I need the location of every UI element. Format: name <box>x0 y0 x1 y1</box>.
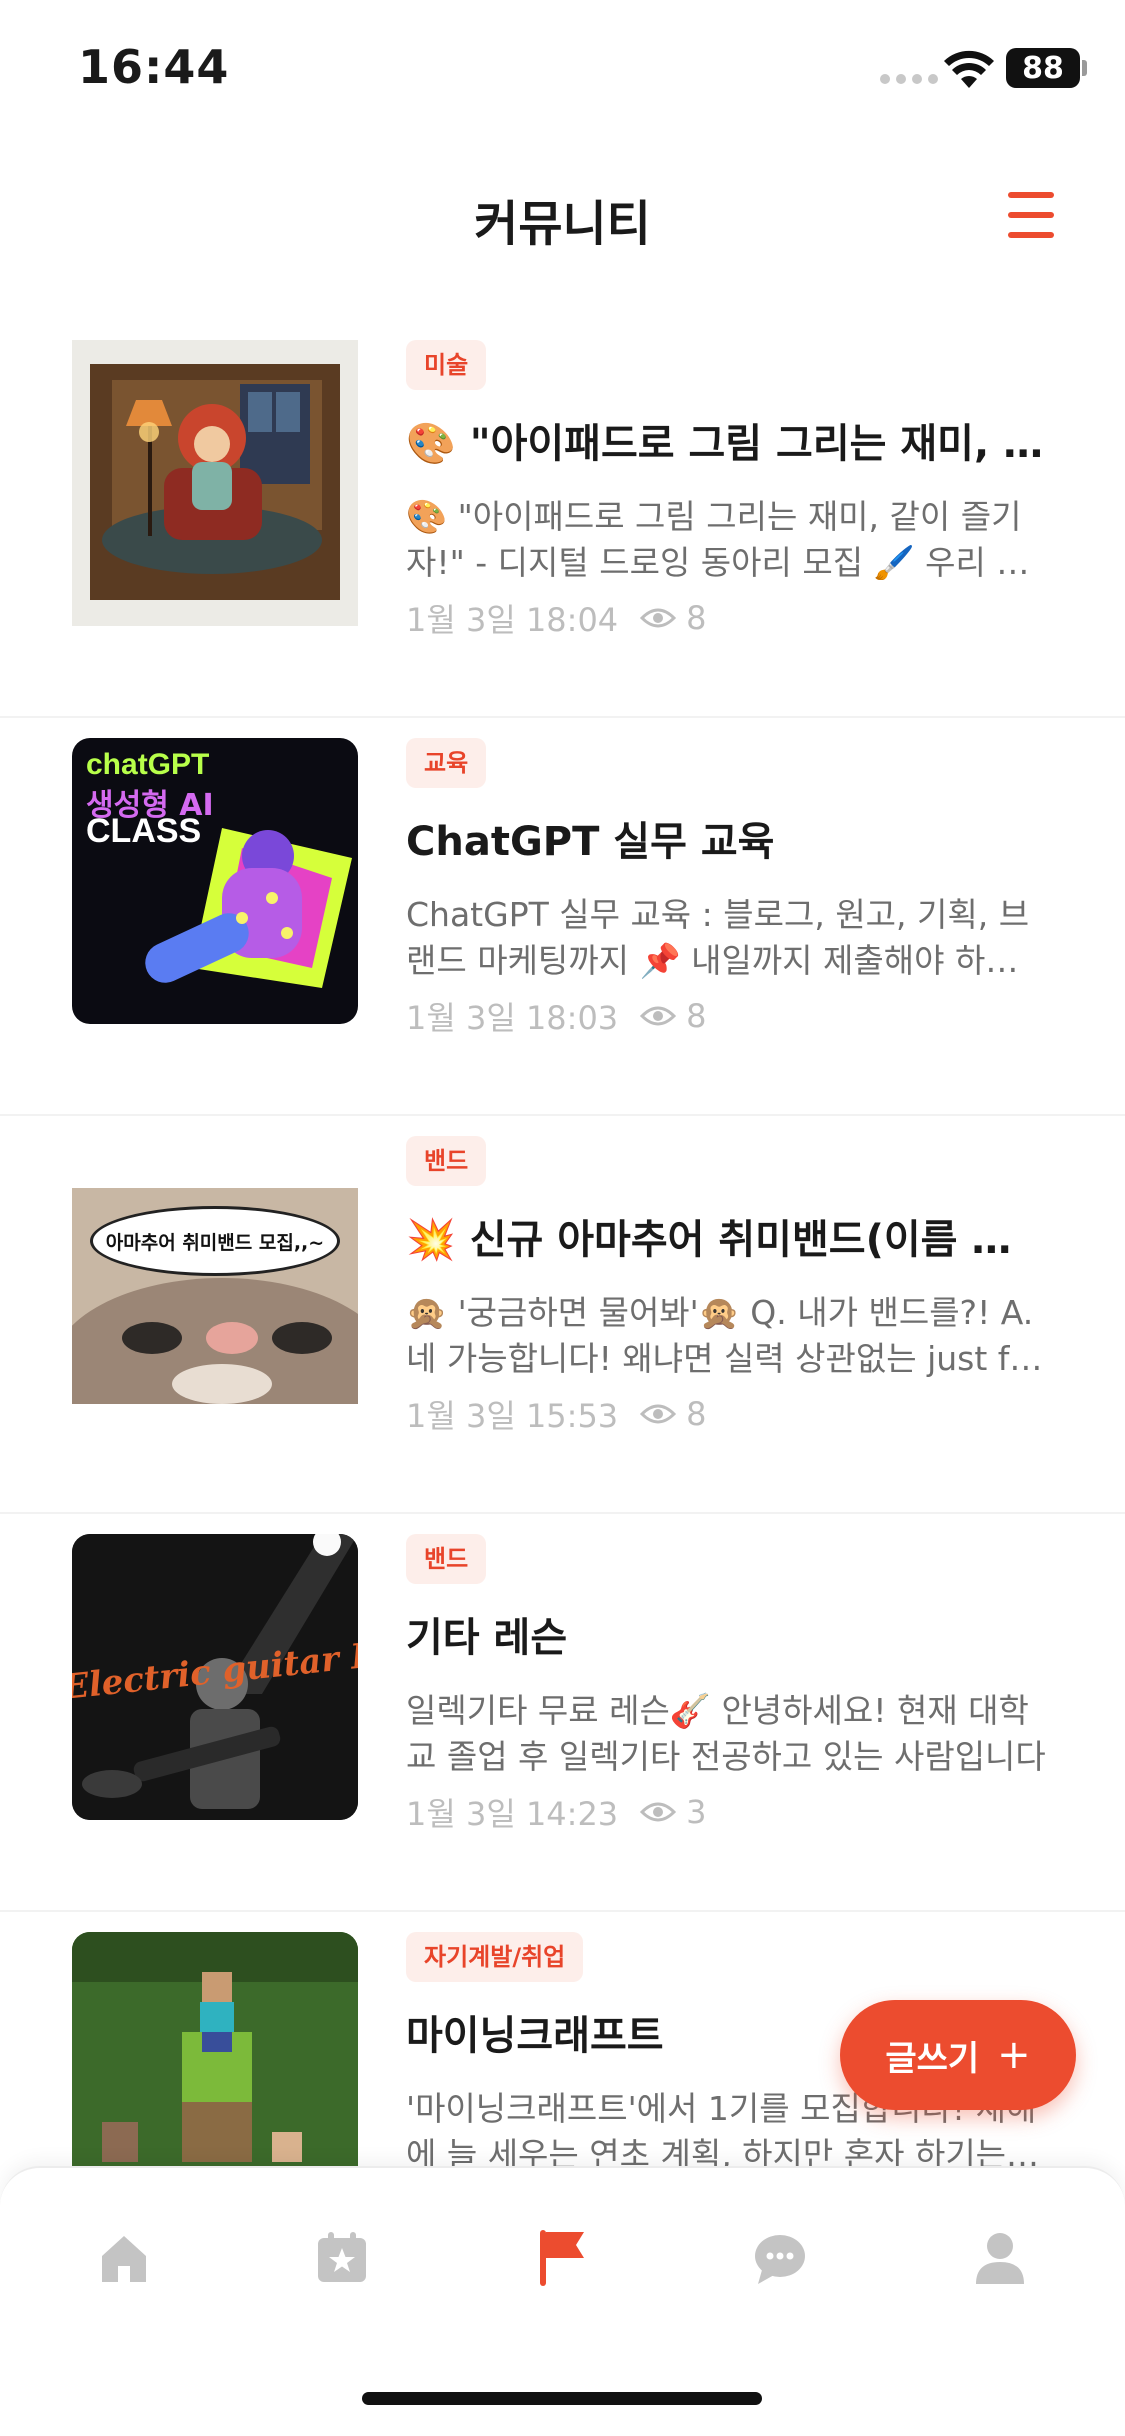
thumbnail-chatgpt-label: chatGPT <box>86 748 210 781</box>
post-content: 밴드 💥 신규 아마추어 취미밴드(이름 미정) 멤버 모집 🙊 '궁금하면 물… <box>406 1136 1056 1438</box>
view-count: 8 <box>686 1395 707 1433</box>
post-thumbnail-cat: 아마추어 취미밴드 모집,,~ <box>72 1188 358 1404</box>
post-item[interactable]: chatGPT 생성형 AI CLASS 교육 ChatGPT 실무 교육 Ch… <box>0 718 1125 1116</box>
post-thumbnail-guitar: Electric guitar Lesson <box>72 1534 358 1820</box>
post-thumbnail-minecraft <box>72 1932 358 2166</box>
cellular-signal-icon <box>880 74 938 84</box>
post-meta: 1월 3일 18:03 8 <box>406 992 1056 1040</box>
post-item[interactable]: 미술 🎨 "아이패드로 그림 그리는 재미, 같이 즐기자!" 🎨 "아이패드로… <box>0 320 1125 718</box>
eye-icon <box>640 1404 677 1424</box>
tab-chat[interactable] <box>740 2218 820 2298</box>
plus-icon: + <box>997 2032 1031 2078</box>
post-date: 1월 3일 18:04 <box>406 601 619 639</box>
post-date: 1월 3일 18:03 <box>406 999 619 1037</box>
view-count: 8 <box>686 599 707 637</box>
post-excerpt: 🎨 "아이패드로 그림 그리는 재미, 같이 즐기자!" - 디지털 드로잉 동… <box>406 497 1027 582</box>
page-title: 커뮤니티 <box>474 196 651 252</box>
speech-bubble: 아마추어 취미밴드 모집,,~ <box>90 1206 340 1276</box>
calendar-star-icon <box>318 2232 366 2282</box>
battery-icon: 88 <box>1006 48 1080 88</box>
eye-icon <box>640 1802 677 1822</box>
tab-profile[interactable] <box>960 2218 1040 2298</box>
chat-bubble-icon <box>755 2235 805 2284</box>
post-title: ChatGPT 실무 교육 <box>406 819 775 865</box>
post-content: 밴드 기타 레슨 일렉기타 무료 레슨🎸 안녕하세요! 현재 대학교 졸업 후 … <box>406 1534 1056 1836</box>
profile-icon <box>976 2233 1024 2284</box>
tab-home[interactable] <box>84 2218 164 2298</box>
post-list: 미술 🎨 "아이패드로 그림 그리는 재미, 같이 즐기자!" 🎨 "아이패드로… <box>0 320 1125 2166</box>
header: 커뮤니티 <box>0 160 1125 270</box>
wifi-icon <box>944 50 994 88</box>
status-time: 16:44 <box>78 40 230 94</box>
eye-icon <box>640 608 677 628</box>
thumbnail-class-label: CLASS <box>86 812 202 850</box>
home-icon <box>102 2236 146 2282</box>
write-post-button[interactable]: 글쓰기 + <box>840 2000 1076 2110</box>
post-excerpt: 🙊 '궁금하면 물어봐'🙊 Q. 내가 밴드를?! A. 네 가능합니다! 왜냐… <box>406 1293 1044 1378</box>
view-count: 8 <box>686 997 707 1035</box>
menu-icon[interactable] <box>1004 190 1060 240</box>
post-title: 💥 신규 아마추어 취미밴드(이름 미정) 멤버 모집 <box>406 1217 1046 1263</box>
post-thumbnail-chatgpt: chatGPT 생성형 AI CLASS <box>72 738 358 1024</box>
category-badge: 자기계발/취업 <box>406 1932 584 1982</box>
view-count: 3 <box>686 1793 707 1831</box>
post-item[interactable]: 아마추어 취미밴드 모집,,~ 밴드 💥 신규 아마추어 취미밴드(이름 미정)… <box>0 1116 1125 1514</box>
post-date: 1월 3일 15:53 <box>406 1397 619 1435</box>
post-title: 🎨 "아이패드로 그림 그리는 재미, 같이 즐기자!" <box>406 421 1046 467</box>
category-badge: 교육 <box>406 738 487 788</box>
post-meta: 1월 3일 15:53 8 <box>406 1390 1056 1438</box>
post-date: 1월 3일 14:23 <box>406 1795 619 1833</box>
post-meta: 1월 3일 18:04 8 <box>406 594 1056 642</box>
flag-icon <box>540 2230 584 2286</box>
post-excerpt: ChatGPT 실무 교육 : 블로그, 원고, 기획, 브랜드 마케팅까지 📌… <box>406 895 1030 980</box>
status-bar: 16:44 88 <box>0 0 1125 140</box>
battery-tip <box>1082 60 1087 76</box>
post-content: 교육 ChatGPT 실무 교육 ChatGPT 실무 교육 : 블로그, 원고… <box>406 738 1056 1040</box>
post-content: 미술 🎨 "아이패드로 그림 그리는 재미, 같이 즐기자!" 🎨 "아이패드로… <box>406 340 1056 642</box>
write-post-label: 글쓰기 <box>885 2038 980 2079</box>
eye-icon <box>640 1006 677 1026</box>
post-thumbnail-painting <box>72 340 358 626</box>
category-badge: 밴드 <box>406 1534 487 1584</box>
post-meta: 1월 3일 14:23 3 <box>406 1788 1056 1836</box>
tab-community[interactable] <box>522 2218 602 2298</box>
tab-calendar[interactable] <box>302 2218 382 2298</box>
category-badge: 미술 <box>406 340 487 390</box>
home-indicator <box>362 2392 762 2405</box>
category-badge: 밴드 <box>406 1136 487 1186</box>
post-item[interactable]: Electric guitar Lesson 밴드 기타 레슨 일렉기타 무료 … <box>0 1514 1125 1912</box>
speech-bubble-text: 아마추어 취미밴드 모집,,~ <box>105 1231 325 1254</box>
post-excerpt: 일렉기타 무료 레슨🎸 안녕하세요! 현재 대학교 졸업 후 일렉기타 전공하고… <box>406 1691 1046 1776</box>
post-title: 기타 레슨 <box>406 1615 568 1661</box>
